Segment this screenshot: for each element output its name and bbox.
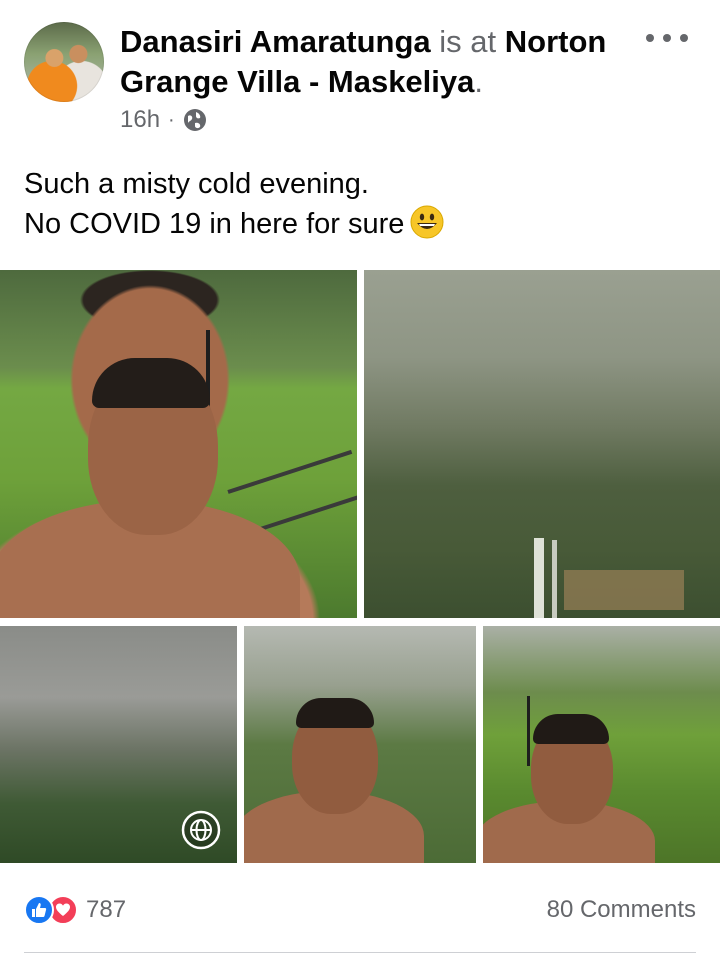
grinning-face-emoji-icon bbox=[410, 205, 444, 239]
caption-line-2-wrapper: No COVID 19 in here for sure bbox=[24, 204, 704, 244]
like-icon bbox=[24, 895, 54, 925]
connector-text: is at bbox=[439, 24, 497, 59]
lamp-post bbox=[527, 696, 530, 766]
heart-icon bbox=[56, 903, 70, 916]
post-footer: 787 80 Comments bbox=[0, 880, 720, 940]
person-hair bbox=[296, 698, 374, 728]
more-dot bbox=[680, 34, 688, 42]
person-hair bbox=[92, 358, 210, 408]
post-meta: 16h · bbox=[120, 104, 207, 136]
reactions-summary[interactable]: 787 bbox=[24, 894, 126, 926]
photo-3[interactable] bbox=[0, 626, 237, 863]
waterfall bbox=[552, 540, 557, 618]
person-hair bbox=[533, 714, 609, 744]
post-title: Danasiri Amaratunga is at Norton Grange … bbox=[120, 22, 620, 102]
more-dot bbox=[663, 34, 671, 42]
comments-count-link[interactable]: 80 Comments bbox=[547, 894, 696, 926]
caption-line-1: Such a misty cold evening. bbox=[24, 168, 369, 200]
place-name-line2[interactable]: Grange Villa - Maskeliya bbox=[120, 64, 474, 99]
post-time[interactable]: 16h bbox=[120, 106, 160, 134]
author-name[interactable]: Danasiri Amaratunga bbox=[120, 24, 431, 59]
more-options-icon[interactable] bbox=[646, 26, 688, 50]
rock-face bbox=[564, 570, 684, 610]
caption-line-2: No COVID 19 in here for sure bbox=[24, 208, 405, 240]
post-header: Danasiri Amaratunga is at Norton Grange … bbox=[0, 0, 720, 150]
place-suffix: . bbox=[474, 64, 484, 99]
photo-1[interactable] bbox=[0, 270, 357, 618]
post-caption: Such a misty cold evening. No COVID 19 i… bbox=[24, 164, 704, 244]
360-photo-icon[interactable] bbox=[181, 810, 221, 850]
meta-separator: · bbox=[168, 108, 175, 131]
photo-4[interactable] bbox=[244, 626, 476, 863]
thumbs-up-icon bbox=[32, 903, 47, 917]
waterfall bbox=[534, 538, 544, 618]
photo-2[interactable] bbox=[364, 270, 720, 618]
railing bbox=[227, 449, 353, 494]
photo-5[interactable] bbox=[483, 626, 720, 863]
globe-icon[interactable] bbox=[183, 108, 207, 132]
more-dot bbox=[646, 34, 654, 42]
place-name-line1[interactable]: Norton bbox=[505, 24, 607, 59]
reaction-count[interactable]: 787 bbox=[86, 896, 126, 924]
avatar-border bbox=[24, 22, 104, 102]
footer-divider bbox=[24, 952, 696, 953]
